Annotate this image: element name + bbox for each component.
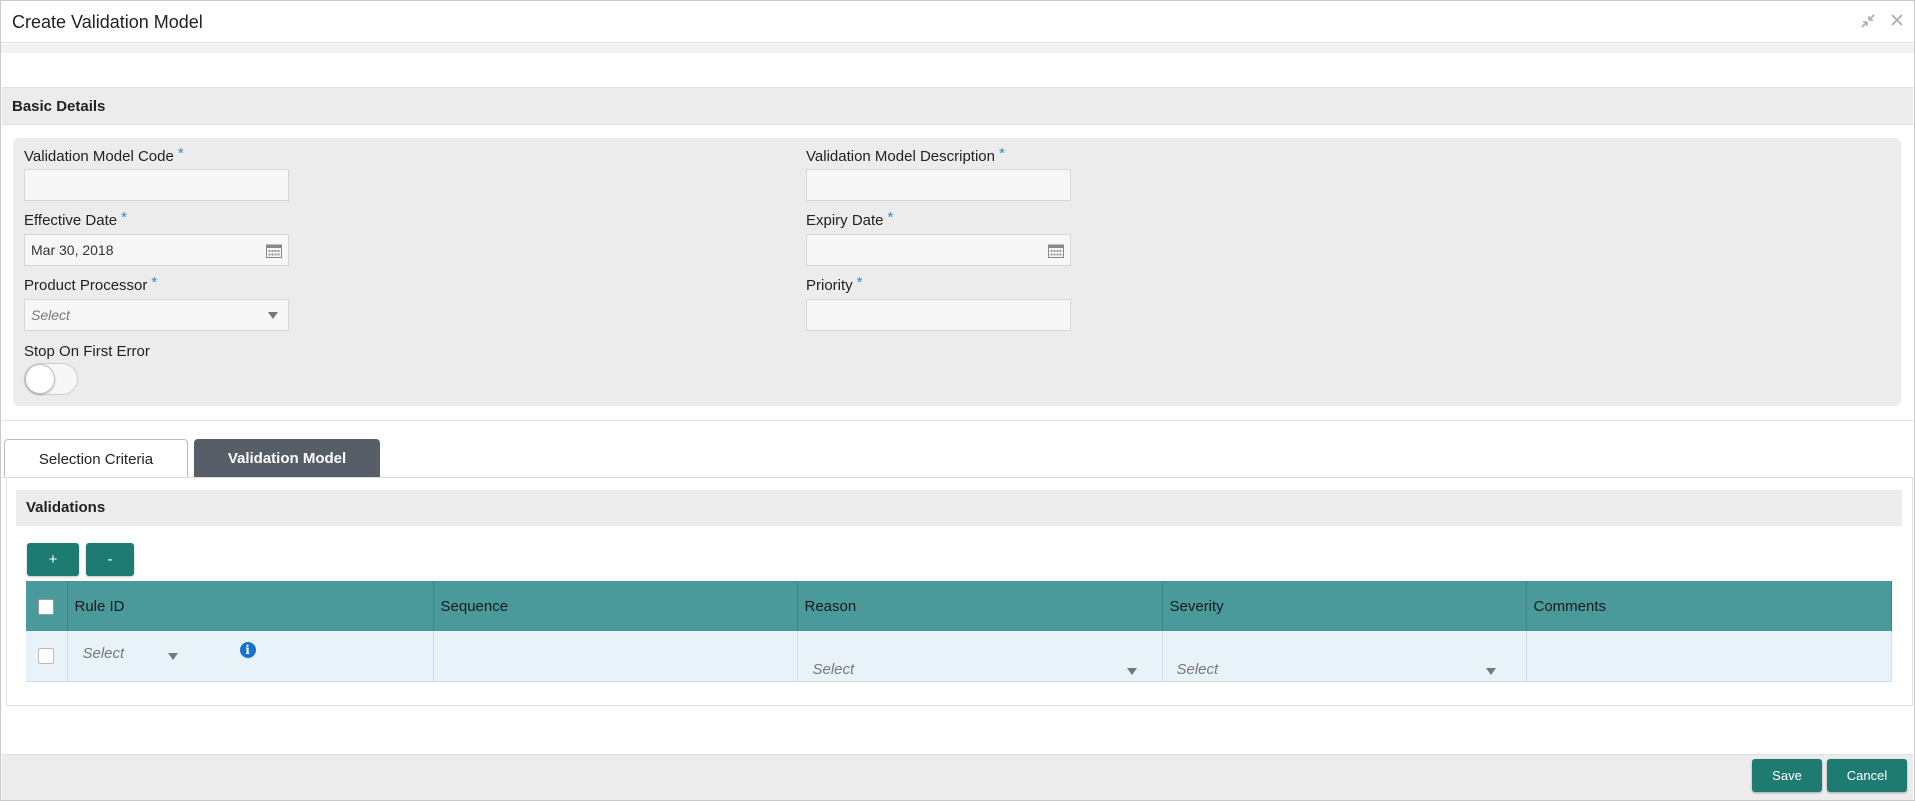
calendar-icon[interactable]: [266, 243, 282, 261]
cancel-button[interactable]: Cancel: [1827, 759, 1907, 792]
reason-select[interactable]: Select: [813, 661, 855, 678]
required-marker: *: [177, 145, 184, 162]
validation-model-description-label: Validation Model Description *: [806, 145, 1005, 165]
rule-id-select[interactable]: Select: [83, 645, 125, 662]
add-row-button[interactable]: +: [27, 543, 79, 576]
validations-heading: Validations: [26, 499, 106, 516]
column-header-rule-id[interactable]: Rule ID: [67, 581, 434, 631]
select-all-cell: [26, 581, 68, 631]
rule-id-cell[interactable]: Select i: [67, 631, 434, 682]
column-header-comments[interactable]: Comments: [1526, 581, 1892, 631]
validation-model-code-label: Validation Model Code *: [24, 145, 184, 165]
tab-selection-criteria[interactable]: Selection Criteria: [4, 439, 188, 478]
dialog-title: Create Validation Model: [12, 12, 203, 32]
validations-table: Rule ID Sequence Reason Severity Comment…: [26, 581, 1892, 682]
title-bar: Create Validation Model: [1, 1, 1914, 43]
reason-cell[interactable]: Select: [797, 631, 1163, 682]
calendar-icon[interactable]: [1048, 243, 1064, 261]
save-button[interactable]: Save: [1752, 759, 1822, 792]
product-processor-value: Select: [31, 307, 70, 323]
basic-details-header: Basic Details: [2, 87, 1913, 125]
column-header-reason[interactable]: Reason: [797, 581, 1163, 631]
info-icon[interactable]: i: [239, 642, 256, 658]
row-checkbox[interactable]: [38, 648, 55, 665]
effective-date-label: Effective Date *: [24, 209, 127, 229]
toggle-knob: [25, 364, 55, 394]
priority-input[interactable]: [806, 299, 1071, 331]
expiry-date-label: Expiry Date *: [806, 209, 894, 229]
table-row: Select i Select Select: [26, 631, 1892, 682]
required-marker: *: [999, 145, 1005, 162]
column-header-sequence[interactable]: Sequence: [433, 581, 798, 631]
product-processor-label: Product Processor *: [24, 274, 158, 294]
sequence-cell[interactable]: [433, 631, 798, 682]
comments-cell[interactable]: [1526, 631, 1892, 682]
validation-model-code-input[interactable]: [24, 169, 289, 201]
chevron-down-icon[interactable]: [1485, 668, 1496, 675]
select-all-checkbox[interactable]: [38, 598, 55, 615]
effective-date-value: Mar 30, 2018: [31, 242, 114, 258]
section-divider: [2, 420, 1913, 421]
product-processor-select[interactable]: Select: [24, 299, 289, 331]
table-header-row: Rule ID Sequence Reason Severity Comment…: [26, 581, 1892, 631]
tab-validation-model[interactable]: Validation Model: [194, 439, 380, 478]
required-marker: *: [856, 274, 863, 291]
basic-details-heading: Basic Details: [12, 98, 106, 115]
required-marker: *: [887, 209, 894, 226]
stop-on-first-error-label: Stop On First Error: [24, 343, 150, 360]
validation-model-description-input[interactable]: [806, 169, 1071, 201]
dialog-window: Create Validation Model Basic Details Va…: [0, 0, 1915, 801]
column-header-severity[interactable]: Severity: [1162, 581, 1527, 631]
expiry-date-input[interactable]: [806, 234, 1071, 266]
chevron-down-icon[interactable]: [1126, 668, 1137, 675]
severity-select[interactable]: Select: [1177, 661, 1219, 678]
effective-date-input[interactable]: Mar 30, 2018: [24, 234, 289, 266]
required-marker: *: [121, 209, 127, 226]
footer-bar: [2, 754, 1913, 800]
required-marker: *: [151, 274, 158, 291]
collapse-icon[interactable]: [1860, 13, 1876, 34]
severity-cell[interactable]: Select: [1162, 631, 1527, 682]
toolbar-strip: [1, 44, 1914, 53]
stop-on-first-error-toggle[interactable]: [24, 363, 78, 395]
chevron-down-icon[interactable]: [167, 653, 178, 660]
remove-row-button[interactable]: -: [86, 543, 134, 576]
validations-header: Validations: [16, 490, 1902, 526]
priority-label: Priority *: [806, 274, 863, 294]
close-icon[interactable]: [1890, 13, 1904, 34]
row-select-cell: [26, 631, 68, 682]
chevron-down-icon: [268, 312, 278, 319]
